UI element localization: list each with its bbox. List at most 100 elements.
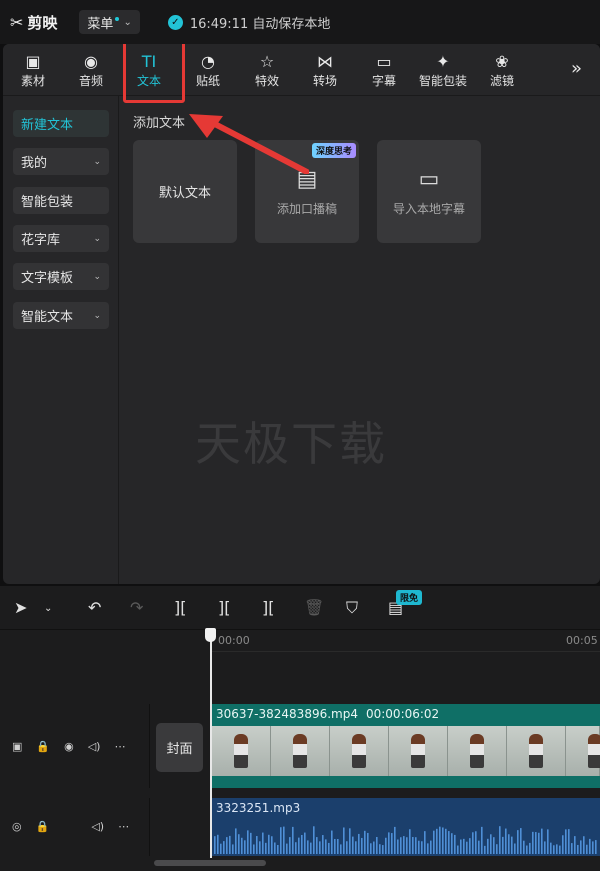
sidebar-item-font-library[interactable]: 花字库 ⌄ <box>13 225 109 252</box>
tab-label: 贴纸 <box>195 74 220 88</box>
marker-icon[interactable]: ⛉ <box>346 598 358 618</box>
autosave-text: 16:49:11 自动保存本地 <box>189 16 331 32</box>
tab-subtitle[interactable]: ▭ 字幕 <box>356 50 412 92</box>
autosave-status: ✓ 16:49:11 自动保存本地 <box>167 13 331 32</box>
subtitle-icon: ▭ <box>376 51 392 71</box>
tab-transition[interactable]: ⋈ 转场 <box>297 50 353 92</box>
sidebar-item-smart-text[interactable]: 智能文本 ⌄ <box>13 302 109 329</box>
sidebar-item-new-text[interactable]: 新建文本 <box>13 110 109 137</box>
cover-button[interactable]: 封面 <box>156 723 203 772</box>
video-frame-thumbnail <box>212 726 271 776</box>
title-bar: ✂ 剪映 菜单 ⌄ ✓ 16:49:11 自动保存本地 <box>0 0 600 44</box>
trim-right-icon[interactable]: ][ <box>262 598 274 617</box>
section-title: 添加文本 <box>133 116 186 131</box>
tab-audio[interactable]: ◉ 音频 <box>63 50 119 92</box>
sidebar-item-label: 花字库 <box>21 233 61 248</box>
sidebar-item-label: 我的 <box>21 156 48 171</box>
tab-media[interactable]: ▣ 素材 <box>5 50 61 92</box>
deep-think-badge: 深度思考 <box>311 143 356 158</box>
chevron-down-icon: ⌄ <box>123 16 132 28</box>
folder-icon: ▭ <box>418 166 440 192</box>
tab-label: 滤镜 <box>489 74 514 88</box>
video-clip[interactable]: 30637-382483896.mp4 00:00:06:02 <box>212 704 600 788</box>
import-subtitle-card[interactable]: ▭ 导入本地字幕 <box>377 140 481 243</box>
video-track-controls: ▣ 🔒 ◉ ◁) ⋯ <box>12 740 139 753</box>
smart-pack-icon: ✦ <box>436 51 450 71</box>
tab-label: 音频 <box>78 74 103 88</box>
select-cursor-icon[interactable]: ➤ <box>14 598 27 617</box>
trim-left-icon[interactable]: ][ <box>218 598 230 617</box>
app-name: 剪映 <box>27 13 58 32</box>
ruler-end: 00:05 <box>566 634 598 647</box>
audio-waveform <box>214 826 597 854</box>
sidebar-item-label: 新建文本 <box>21 118 74 133</box>
volume-icon[interactable]: ◁) <box>88 740 101 753</box>
eye-icon[interactable]: ◉ <box>64 740 74 753</box>
tab-smart-pack[interactable]: ✦ 智能包装 <box>415 50 471 92</box>
sticker-icon: ◔ <box>201 51 215 71</box>
chevron-down-icon: ⌄ <box>93 233 101 244</box>
notification-dot <box>115 17 120 21</box>
redo-icon[interactable]: ↷ <box>130 598 143 617</box>
video-thumbnails <box>212 726 600 776</box>
sidebar-item-smart-pack[interactable]: 智能包装 <box>13 187 109 214</box>
sidebar-item-text-templates[interactable]: 文字模板 ⌄ <box>13 263 109 290</box>
video-frame-thumbnail <box>330 726 389 776</box>
time-ruler[interactable]: 00:00 00:05 <box>210 630 600 652</box>
audio-track-controls: ◎ 🔒 ◁) ⋯ <box>12 820 143 833</box>
video-frame-thumbnail <box>448 726 507 776</box>
audio-clip-name: 3323251.mp3 <box>216 801 301 815</box>
card-label: 添加口播稿 <box>276 201 337 216</box>
video-clip-duration: 00:00:06:02 <box>365 707 440 721</box>
effects-icon: ☆ <box>259 51 275 71</box>
sidebar-item-label: 文字模板 <box>21 271 74 286</box>
chevron-down-icon: ⌄ <box>93 310 101 321</box>
playhead-handle[interactable] <box>205 628 216 642</box>
transition-icon: ⋈ <box>317 51 333 71</box>
category-toolbar: ▣ 素材 ◉ 音频 TI 文本 ◔ 贴纸 ☆ 特效 ⋈ 转场 ▭ 字幕 ✦ 智能… <box>3 44 600 96</box>
asset-panel: ▣ 素材 ◉ 音频 TI 文本 ◔ 贴纸 ☆ 特效 ⋈ 转场 ▭ 字幕 ✦ 智能… <box>3 44 600 584</box>
ruler-start: 00:00 <box>218 634 250 647</box>
split-icon[interactable]: ][ <box>174 598 186 617</box>
video-frame-thumbnail <box>566 726 600 776</box>
tab-label: 素材 <box>20 74 45 88</box>
tab-effects[interactable]: ☆ 特效 <box>239 50 295 92</box>
app-logo: ✂ 剪映 <box>10 12 57 33</box>
tab-label: 特效 <box>254 74 279 88</box>
sidebar-item-label: 智能文本 <box>21 310 74 325</box>
free-badge: 限免 <box>396 590 423 605</box>
sidebar-item-label: 智能包装 <box>21 195 74 210</box>
volume-icon[interactable]: ◁) <box>91 820 104 833</box>
video-track-header: ▣ 🔒 ◉ ◁) ⋯ <box>0 704 150 788</box>
horizontal-scrollbar[interactable] <box>154 860 266 866</box>
tab-filter[interactable]: ❀ 滤镜 <box>474 50 530 92</box>
video-track-icon: ▣ <box>12 740 23 753</box>
audio-track-icon: ◎ <box>12 820 22 833</box>
audio-icon: ◉ <box>84 51 98 71</box>
video-frame-thumbnail <box>271 726 330 776</box>
delete-icon[interactable]: 🗑 <box>304 598 324 617</box>
audio-clip-info: 3323251.mp3 <box>216 801 300 815</box>
card-label: 默认文本 <box>158 186 211 201</box>
more-icon[interactable]: ⋯ <box>114 740 125 753</box>
filter-icon: ❀ <box>495 51 509 71</box>
tab-sticker[interactable]: ◔ 贴纸 <box>180 50 236 92</box>
audio-clip[interactable]: 3323251.mp3 <box>212 798 600 856</box>
more-icon[interactable]: ⋯ <box>118 820 129 833</box>
lock-icon[interactable]: 🔒 <box>36 820 50 833</box>
menu-button[interactable]: 菜单 ⌄ <box>79 10 140 34</box>
video-clip-name: 30637-382483896.mp4 <box>216 707 358 721</box>
playhead[interactable] <box>210 630 212 858</box>
sidebar-item-mine[interactable]: 我的 ⌄ <box>13 148 109 175</box>
chevron-down-icon[interactable]: ⌄ <box>44 603 52 614</box>
capcut-logo-icon: ✂ <box>10 12 24 32</box>
card-label: 导入本地字幕 <box>392 201 465 216</box>
audio-track-header: ◎ 🔒 ◁) ⋯ <box>0 798 150 856</box>
more-tabs-icon[interactable]: » <box>571 58 582 79</box>
annotation-arrow-icon <box>189 114 309 174</box>
lock-icon[interactable]: 🔒 <box>36 740 50 753</box>
video-clip-info: 30637-382483896.mp4 00:00:06:02 <box>216 707 439 721</box>
undo-icon[interactable]: ↶ <box>88 598 101 617</box>
video-frame-thumbnail <box>389 726 448 776</box>
text-sidebar: 新建文本 我的 ⌄ 智能包装 花字库 ⌄ 文字模板 ⌄ 智能文本 ⌄ <box>3 96 119 584</box>
